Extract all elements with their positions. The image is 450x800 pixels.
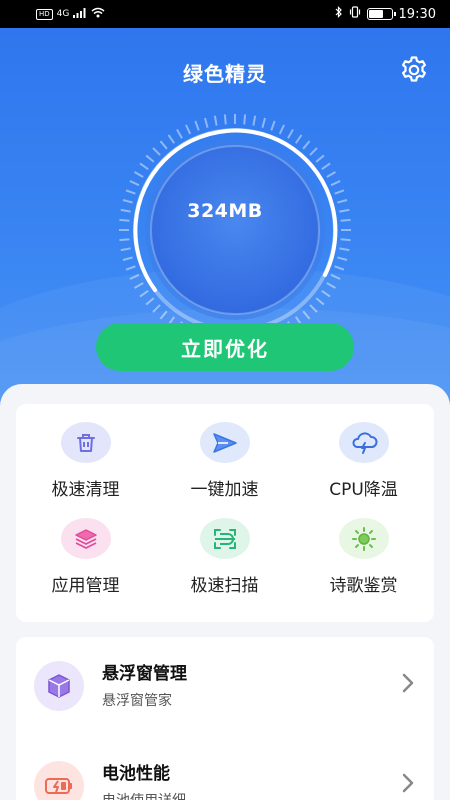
gauge-tick: [243, 114, 247, 125]
tool-cpu-cooling[interactable]: CPU降温: [294, 404, 433, 500]
paper-plane-icon: [199, 422, 250, 463]
list-item-title: 悬浮窗管理: [102, 664, 187, 684]
tool-label: 极速扫描: [190, 576, 259, 596]
gauge-tick: [134, 282, 144, 289]
gauge-tick: [152, 304, 161, 313]
gauge-tick: [270, 120, 276, 131]
gauge-tick: [145, 154, 155, 163]
gauge-tick: [125, 265, 136, 271]
gauge-tick: [223, 114, 227, 125]
gauge-tick: [145, 297, 155, 306]
tool-poetry[interactable]: 诗歌鉴赏: [294, 500, 433, 596]
gauge-tick: [294, 134, 303, 144]
gauge-tick: [321, 289, 331, 298]
gauge-tick: [337, 199, 348, 204]
gauge-tick: [339, 208, 350, 213]
chevron-right-icon: [402, 773, 414, 793]
gauge-tick: [167, 134, 176, 144]
gauge-tick: [129, 180, 140, 187]
bluetooth-icon: [335, 6, 343, 22]
feature-list: 悬浮窗管理 悬浮窗管家 电池性能 电池使用详细: [16, 637, 434, 800]
tool-label: 极速清理: [51, 480, 120, 500]
list-item-battery[interactable]: 电池性能 电池使用详细: [16, 737, 434, 800]
thunder-cloud-icon: [338, 422, 389, 463]
status-bar: HD 4G 19:30: [0, 0, 450, 28]
gauge-tick: [334, 189, 345, 195]
gauge-tick: [337, 256, 348, 261]
list-item-subtitle: 电池使用详细: [102, 790, 186, 800]
gauge-tick: [278, 124, 285, 135]
chevron-right-icon: [402, 673, 414, 693]
signal-icon: [73, 7, 87, 21]
box-icon: [34, 661, 84, 711]
gauge-tick: [139, 289, 149, 298]
gauge-tick: [194, 120, 200, 131]
gauge-tick: [330, 273, 341, 280]
gauge-tick: [152, 147, 161, 156]
tool-label: 诗歌鉴赏: [329, 576, 398, 596]
vibrate-icon: [349, 6, 361, 22]
status-left: HD 4G: [36, 7, 105, 21]
tool-fast-clean[interactable]: 极速清理: [16, 404, 155, 500]
tools-card: 极速清理 一键加速 CPU降温 应用管理 极速扫描 诗歌鉴赏: [16, 404, 434, 622]
gauge-tick: [326, 171, 336, 178]
tool-fast-scan[interactable]: 极速扫描: [155, 500, 294, 596]
gear-icon[interactable]: [398, 54, 430, 86]
hd-badge: HD: [36, 8, 53, 20]
gauge-tick: [326, 282, 336, 289]
clock: 19:30: [398, 6, 436, 22]
battery-icon: [366, 8, 396, 20]
gauge-tick: [302, 140, 311, 150]
gauge-tick: [204, 117, 209, 128]
tool-label: 一键加速: [190, 480, 259, 500]
app-title: 绿色精灵: [183, 62, 267, 86]
list-item-floating-window[interactable]: 悬浮窗管理 悬浮窗管家: [16, 637, 434, 737]
scan-icon: [199, 518, 250, 559]
gauge-tick: [213, 115, 218, 126]
gauge-tick: [261, 117, 266, 128]
gauge-tick: [185, 124, 192, 135]
gauge-tick: [330, 180, 341, 187]
tool-one-key-boost[interactable]: 一键加速: [155, 404, 294, 500]
gauge-tick: [315, 297, 325, 306]
gauge-tick: [309, 147, 318, 156]
gauge-tick: [119, 238, 130, 242]
sun-icon: [338, 518, 389, 559]
gauge-tick: [252, 115, 257, 126]
tool-label: 应用管理: [51, 576, 120, 596]
gauge-tick: [134, 171, 144, 178]
status-right: 19:30: [335, 6, 436, 22]
gauge-tick: [129, 273, 140, 280]
gauge-tick: [159, 310, 168, 320]
gauge-tick: [139, 162, 149, 171]
gauge-tick: [321, 162, 331, 171]
gauge-tick: [122, 256, 133, 261]
battery-fill: [368, 10, 383, 18]
hero-panel: 绿色精灵 324MB 立即优化: [0, 28, 450, 408]
memory-gauge: [119, 114, 351, 346]
gauge-tick: [120, 247, 131, 252]
gauge-tick: [340, 238, 351, 242]
tool-label: CPU降温: [329, 480, 398, 500]
tool-app-manage[interactable]: 应用管理: [16, 500, 155, 596]
gauge-tick: [287, 129, 294, 139]
memory-value: 324MB: [187, 200, 263, 222]
network-type: 4G: [56, 9, 70, 19]
gauge-tick: [159, 140, 168, 150]
gauge-tick: [125, 189, 136, 195]
trash-icon: [60, 422, 111, 463]
layers-icon: [60, 518, 111, 559]
gauge-tick: [340, 218, 351, 222]
gauge-tick: [339, 247, 350, 252]
gauge-tick: [176, 129, 183, 139]
list-item-title: 电池性能: [102, 764, 170, 784]
battery-icon: [34, 761, 84, 800]
wifi-icon: [91, 7, 105, 21]
gauge-tick: [302, 310, 311, 320]
gauge-tick: [315, 154, 325, 163]
optimize-button[interactable]: 立即优化: [96, 323, 354, 371]
gauge-tick: [309, 304, 318, 313]
list-item-subtitle: 悬浮窗管家: [102, 693, 172, 709]
gauge-tick: [334, 265, 345, 271]
